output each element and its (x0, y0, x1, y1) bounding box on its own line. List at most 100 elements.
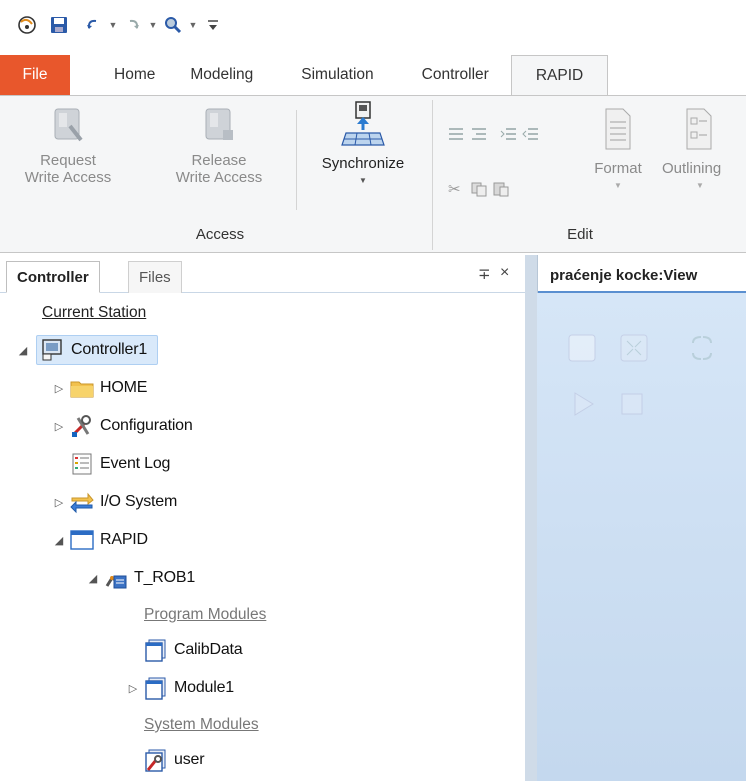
folder-icon (70, 376, 94, 400)
release-write-access-icon (205, 108, 233, 140)
tree-label-home: HOME (100, 379, 148, 396)
panel-splitter[interactable] (525, 255, 537, 781)
close-icon[interactable]: × (500, 264, 509, 282)
tab-modeling[interactable]: Modeling (190, 55, 253, 95)
rapid-window-icon (70, 528, 94, 552)
undo-dropdown-icon[interactable]: ▼ (106, 12, 120, 38)
tree-node-home[interactable]: ▷ HOME (52, 372, 147, 404)
tab-view[interactable]: praćenje kocke:View (538, 259, 746, 293)
paste-icon[interactable] (492, 181, 510, 197)
tree-node-io-system[interactable]: ▷ I/O System (52, 486, 177, 518)
cut-icon[interactable]: ✂ (448, 180, 461, 198)
format-label: Format (594, 160, 642, 177)
ribbon-separator (296, 110, 297, 210)
tree-node-configuration[interactable]: ▷ Configuration (52, 410, 193, 442)
tree-label-user: user (174, 751, 205, 768)
stop-icon[interactable] (617, 389, 647, 419)
synchronize-dropdown-icon[interactable]: ▼ (300, 172, 426, 189)
release-label-line1: Release (191, 152, 247, 169)
request-write-access-button[interactable]: Request Write Access (18, 106, 118, 186)
indent-icon[interactable] (447, 126, 465, 142)
view-toolbar-icon-1[interactable] (567, 333, 597, 363)
increase-indent-icon[interactable] (500, 126, 518, 142)
event-log-icon (70, 452, 94, 476)
zoom-dropdown-icon[interactable]: ▼ (186, 12, 200, 38)
tree-node-controller1[interactable]: ◢ Controller1 (16, 334, 159, 366)
current-station-label: Current Station (42, 304, 147, 321)
collapsed-arrow-icon[interactable]: ▷ (52, 420, 66, 433)
view-header: praćenje kocke:View (537, 255, 746, 293)
zoom-icon[interactable] (160, 12, 186, 38)
tab-home[interactable]: Home (114, 55, 155, 95)
tree-label-t-rob1: T_ROB1 (134, 569, 196, 586)
expanded-arrow-icon[interactable]: ◢ (16, 344, 30, 357)
copy-icon[interactable] (470, 181, 488, 197)
play-icon[interactable] (569, 389, 599, 419)
tree-label-module1: Module1 (174, 679, 234, 696)
outlining-icon (686, 108, 712, 150)
view-toolbar-icon-3[interactable] (687, 333, 717, 363)
3d-view[interactable] (537, 293, 746, 781)
comment-icon[interactable] (470, 126, 488, 142)
expanded-arrow-icon[interactable]: ◢ (52, 534, 66, 547)
outlining-button[interactable]: Outlining ▼ (656, 108, 746, 194)
tree-node-module1[interactable]: ▷ Module1 (126, 672, 234, 704)
expanded-arrow-icon[interactable]: ◢ (86, 572, 100, 585)
module-icon (144, 676, 168, 700)
ribbon-tabs: File Home Modeling Simulation Controller… (0, 55, 746, 96)
release-write-access-button[interactable]: Release Write Access (154, 106, 284, 186)
synchronize-button[interactable]: Synchronize ▼ (300, 100, 426, 189)
tree-node-user[interactable]: user (126, 744, 205, 776)
redo-dropdown-icon[interactable]: ▼ (146, 12, 160, 38)
collapsed-arrow-icon[interactable]: ▷ (52, 382, 66, 395)
tree-label-io-system: I/O System (100, 493, 178, 510)
tree-label-controller1: Controller1 (71, 341, 148, 358)
edit-group-label: Edit (567, 226, 593, 243)
undo-icon[interactable] (80, 12, 106, 38)
tree-node-calibdata[interactable]: CalibData (126, 634, 243, 666)
access-group-label: Access (195, 226, 245, 243)
pin-icon[interactable]: ∓ (478, 265, 491, 283)
request-write-access-icon (54, 108, 83, 142)
request-label-line1: Request (40, 152, 96, 169)
program-modules-label: Program Modules (144, 606, 267, 623)
tab-file[interactable]: File (0, 55, 70, 95)
tree-label-calibdata: CalibData (174, 641, 243, 658)
group-separator (432, 100, 433, 250)
configuration-tools-icon (70, 414, 94, 438)
controller-tree: Current Station ◢ Controller1 ▷ HOME ▷ C… (0, 294, 525, 781)
tab-rapid[interactable]: RAPID (510, 55, 609, 96)
format-dropdown-icon[interactable]: ▼ (578, 177, 658, 194)
controller-icon (41, 338, 65, 362)
outlining-dropdown-icon[interactable]: ▼ (662, 177, 746, 194)
outlining-label: Outlining (662, 160, 722, 177)
release-label-line2: Write Access (175, 169, 263, 186)
system-module-icon (144, 748, 168, 772)
tab-files-panel[interactable]: Files (128, 261, 182, 293)
tree-node-rapid[interactable]: ◢ RAPID (52, 524, 148, 556)
decrease-indent-icon[interactable] (522, 126, 540, 142)
logo-icon[interactable] (14, 12, 40, 38)
io-system-icon (70, 490, 94, 514)
ribbon: Request Write Access Release Write Acces… (0, 95, 746, 253)
tab-controller-panel[interactable]: Controller (6, 261, 100, 293)
customize-icon[interactable] (200, 12, 226, 38)
request-label-line2: Write Access (24, 169, 112, 186)
collapsed-arrow-icon[interactable]: ▷ (52, 496, 66, 509)
tab-controller[interactable]: Controller (422, 55, 489, 95)
tree-label-rapid: RAPID (100, 531, 148, 548)
redo-icon[interactable] (120, 12, 146, 38)
tree-node-t-rob1[interactable]: ◢ T_ROB1 (86, 562, 195, 594)
format-icon (605, 108, 631, 150)
system-modules-label: System Modules (144, 716, 259, 733)
quick-access-toolbar: ▼ ▼ ▼ (0, 0, 746, 50)
task-robot-icon (104, 566, 128, 590)
save-icon[interactable] (46, 12, 72, 38)
collapsed-arrow-icon[interactable]: ▷ (126, 682, 140, 695)
tree-label-configuration: Configuration (100, 417, 193, 434)
synchronize-icon (341, 101, 385, 146)
tab-simulation[interactable]: Simulation (301, 55, 373, 95)
tree-node-event-log[interactable]: Event Log (52, 448, 170, 480)
format-button[interactable]: Format ▼ (578, 108, 658, 194)
view-toolbar-icon-2[interactable] (619, 333, 649, 363)
